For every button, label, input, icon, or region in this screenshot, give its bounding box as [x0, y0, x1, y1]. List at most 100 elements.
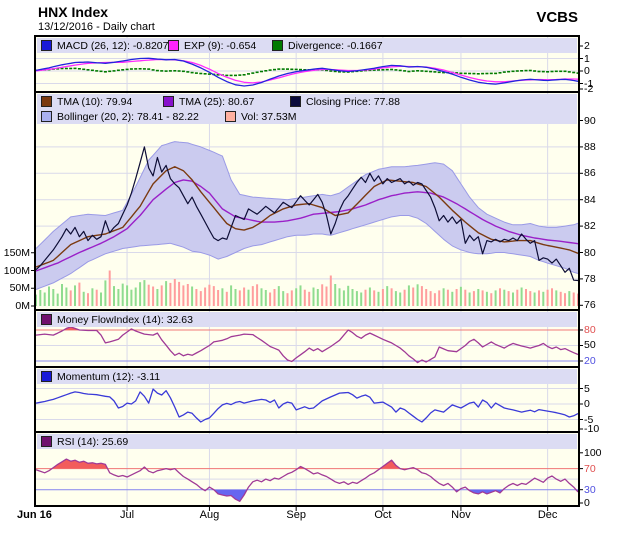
divergence-dash: [412, 70, 415, 72]
divergence-dash: [485, 73, 488, 75]
volume-bar: [503, 290, 505, 306]
divergence-dash: [178, 70, 181, 72]
volume-bar: [538, 290, 540, 306]
mfi-swatch-icon: [41, 314, 52, 325]
divergence-dash: [516, 70, 519, 72]
volume-bar: [239, 290, 241, 306]
tma25-legend-label: TMA (25): 80.67: [179, 96, 254, 108]
divergence-legend-label: Divergence: -0.1667: [288, 40, 383, 52]
volume-bar: [282, 291, 284, 306]
divergence-dash: [499, 72, 502, 74]
divergence-dash: [95, 70, 98, 72]
volume-bar: [39, 290, 41, 306]
divergence-dash: [108, 71, 111, 73]
divergence-dash: [160, 70, 163, 72]
volume-bar: [534, 293, 536, 307]
divergence-dash: [381, 69, 384, 71]
rsi-swatch-icon: [41, 436, 52, 447]
divergence-dash: [459, 73, 462, 75]
page-title: HNX Index: [38, 4, 108, 20]
momentum-legend: Momentum (12): -3.11: [37, 369, 577, 384]
volume-bar: [508, 291, 510, 306]
volume-bar: [161, 285, 163, 306]
volume-bar: [78, 283, 80, 306]
divergence-dash: [503, 71, 506, 73]
volume-bar: [143, 280, 145, 306]
divergence-dash: [82, 69, 85, 71]
divergence-dash: [551, 71, 554, 73]
volume-bar: [343, 290, 345, 306]
volume-bar: [308, 292, 310, 306]
volume-bar: [261, 288, 263, 306]
volume-bar: [399, 293, 401, 307]
volume-bar: [100, 293, 102, 307]
volume-bar: [200, 291, 202, 306]
volume-legend-label: Vol: 37.53M: [241, 111, 296, 123]
volume-bar: [391, 288, 393, 306]
divergence-dash: [529, 70, 532, 72]
divergence-dash: [256, 72, 259, 74]
volume-bar: [499, 288, 501, 306]
volume-bar: [152, 287, 154, 307]
volume-bar: [113, 286, 115, 306]
volume-bar: [187, 284, 189, 306]
divergence-dash: [403, 70, 406, 72]
volume-bar: [469, 293, 471, 307]
divergence-dash: [286, 68, 289, 70]
volume-bar: [564, 293, 566, 306]
divergence-dash: [407, 71, 410, 73]
volume-bar: [408, 285, 410, 306]
volume-bar: [70, 290, 72, 306]
volume-bar: [300, 285, 302, 306]
divergence-dash: [490, 73, 493, 75]
volume-bar: [495, 290, 497, 306]
volume-bar: [529, 291, 531, 306]
volume-bar: [165, 281, 167, 306]
volume-bar: [473, 291, 475, 306]
volume-bar: [135, 288, 137, 307]
divergence-dash: [173, 70, 176, 72]
volume-bar: [191, 287, 193, 307]
divergence-dash: [152, 69, 155, 71]
divergence-dash: [126, 69, 129, 71]
divergence-dash: [230, 75, 233, 77]
volume-bar: [490, 293, 492, 306]
divergence-dash: [282, 68, 285, 70]
divergence-dash: [69, 68, 72, 70]
divergence-dash: [564, 71, 567, 73]
chart-canvas: [0, 0, 620, 535]
divergence-dash: [394, 69, 397, 71]
volume-bar: [295, 288, 297, 306]
macd-swatch-icon: [41, 40, 52, 51]
volume-bar: [317, 289, 319, 306]
volume-bar: [65, 288, 67, 307]
volume-bar: [482, 290, 484, 306]
volume-bar: [568, 291, 570, 306]
rsi-legend: RSI (14): 25.69: [37, 434, 577, 449]
volume-bar: [430, 291, 432, 306]
divergence-dash: [433, 71, 436, 73]
divergence-dash: [169, 70, 172, 72]
volume-swatch-icon: [225, 111, 236, 122]
volume-bar: [542, 292, 544, 306]
volume-bar: [195, 289, 197, 306]
volume-bar: [48, 287, 50, 307]
divergence-dash: [546, 71, 549, 73]
divergence-dash: [78, 68, 81, 70]
divergence-dash: [186, 71, 189, 73]
volume-bar: [226, 292, 228, 306]
volume-bar: [573, 293, 575, 307]
volume-bar: [347, 286, 349, 306]
divergence-dash: [464, 73, 467, 75]
volume-bar: [386, 286, 388, 306]
volume-bar: [230, 285, 232, 306]
volume-bar: [269, 293, 271, 307]
volume-bar: [360, 293, 362, 307]
volume-bar: [334, 284, 336, 306]
closing-price-legend-label: Closing Price: 77.88: [306, 96, 400, 108]
brand-logo: VCBS: [478, 9, 578, 26]
volume-bar: [447, 290, 449, 306]
divergence-dash: [104, 71, 107, 73]
volume-bar: [44, 293, 46, 307]
volume-bar: [182, 285, 184, 306]
